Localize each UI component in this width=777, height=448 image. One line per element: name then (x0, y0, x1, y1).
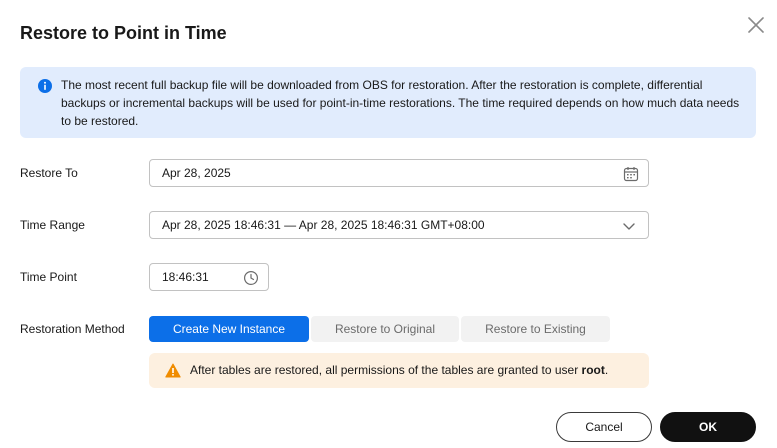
calendar-icon[interactable] (623, 166, 639, 182)
restore-dialog: Restore to Point in Time The most recent… (0, 0, 777, 448)
warning-text: After tables are restored, all permissio… (190, 363, 609, 377)
time-range-label: Time Range (20, 218, 85, 232)
dialog-title: Restore to Point in Time (20, 23, 227, 43)
info-text: The most recent full backup file will be… (61, 78, 740, 128)
warning-user-root: root (581, 363, 605, 377)
info-icon (38, 79, 52, 93)
create-new-instance-option[interactable]: Create New Instance (149, 316, 309, 342)
time-point-value: 18:46:31 (162, 270, 209, 284)
warning-icon (165, 363, 181, 378)
warning-banner: After tables are restored, all permissio… (149, 353, 649, 388)
chevron-down-icon[interactable] (621, 218, 637, 234)
clock-icon[interactable] (243, 270, 259, 286)
close-icon[interactable] (745, 14, 767, 36)
time-point-picker[interactable]: 18:46:31 (149, 263, 269, 291)
restore-to-label: Restore To (20, 166, 78, 180)
restore-to-value: Apr 28, 2025 (162, 166, 231, 180)
time-point-label: Time Point (20, 270, 77, 284)
restore-to-existing-option[interactable]: Restore to Existing (461, 316, 610, 342)
restore-to-original-option[interactable]: Restore to Original (311, 316, 459, 342)
cancel-button[interactable]: Cancel (556, 412, 652, 442)
time-range-value: Apr 28, 2025 18:46:31 — Apr 28, 2025 18:… (162, 218, 485, 232)
ok-button[interactable]: OK (660, 412, 756, 442)
info-banner: The most recent full backup file will be… (20, 67, 756, 138)
restoration-method-label: Restoration Method (20, 322, 125, 336)
restore-to-date-picker[interactable]: Apr 28, 2025 (149, 159, 649, 187)
time-range-select[interactable]: Apr 28, 2025 18:46:31 — Apr 28, 2025 18:… (149, 211, 649, 239)
